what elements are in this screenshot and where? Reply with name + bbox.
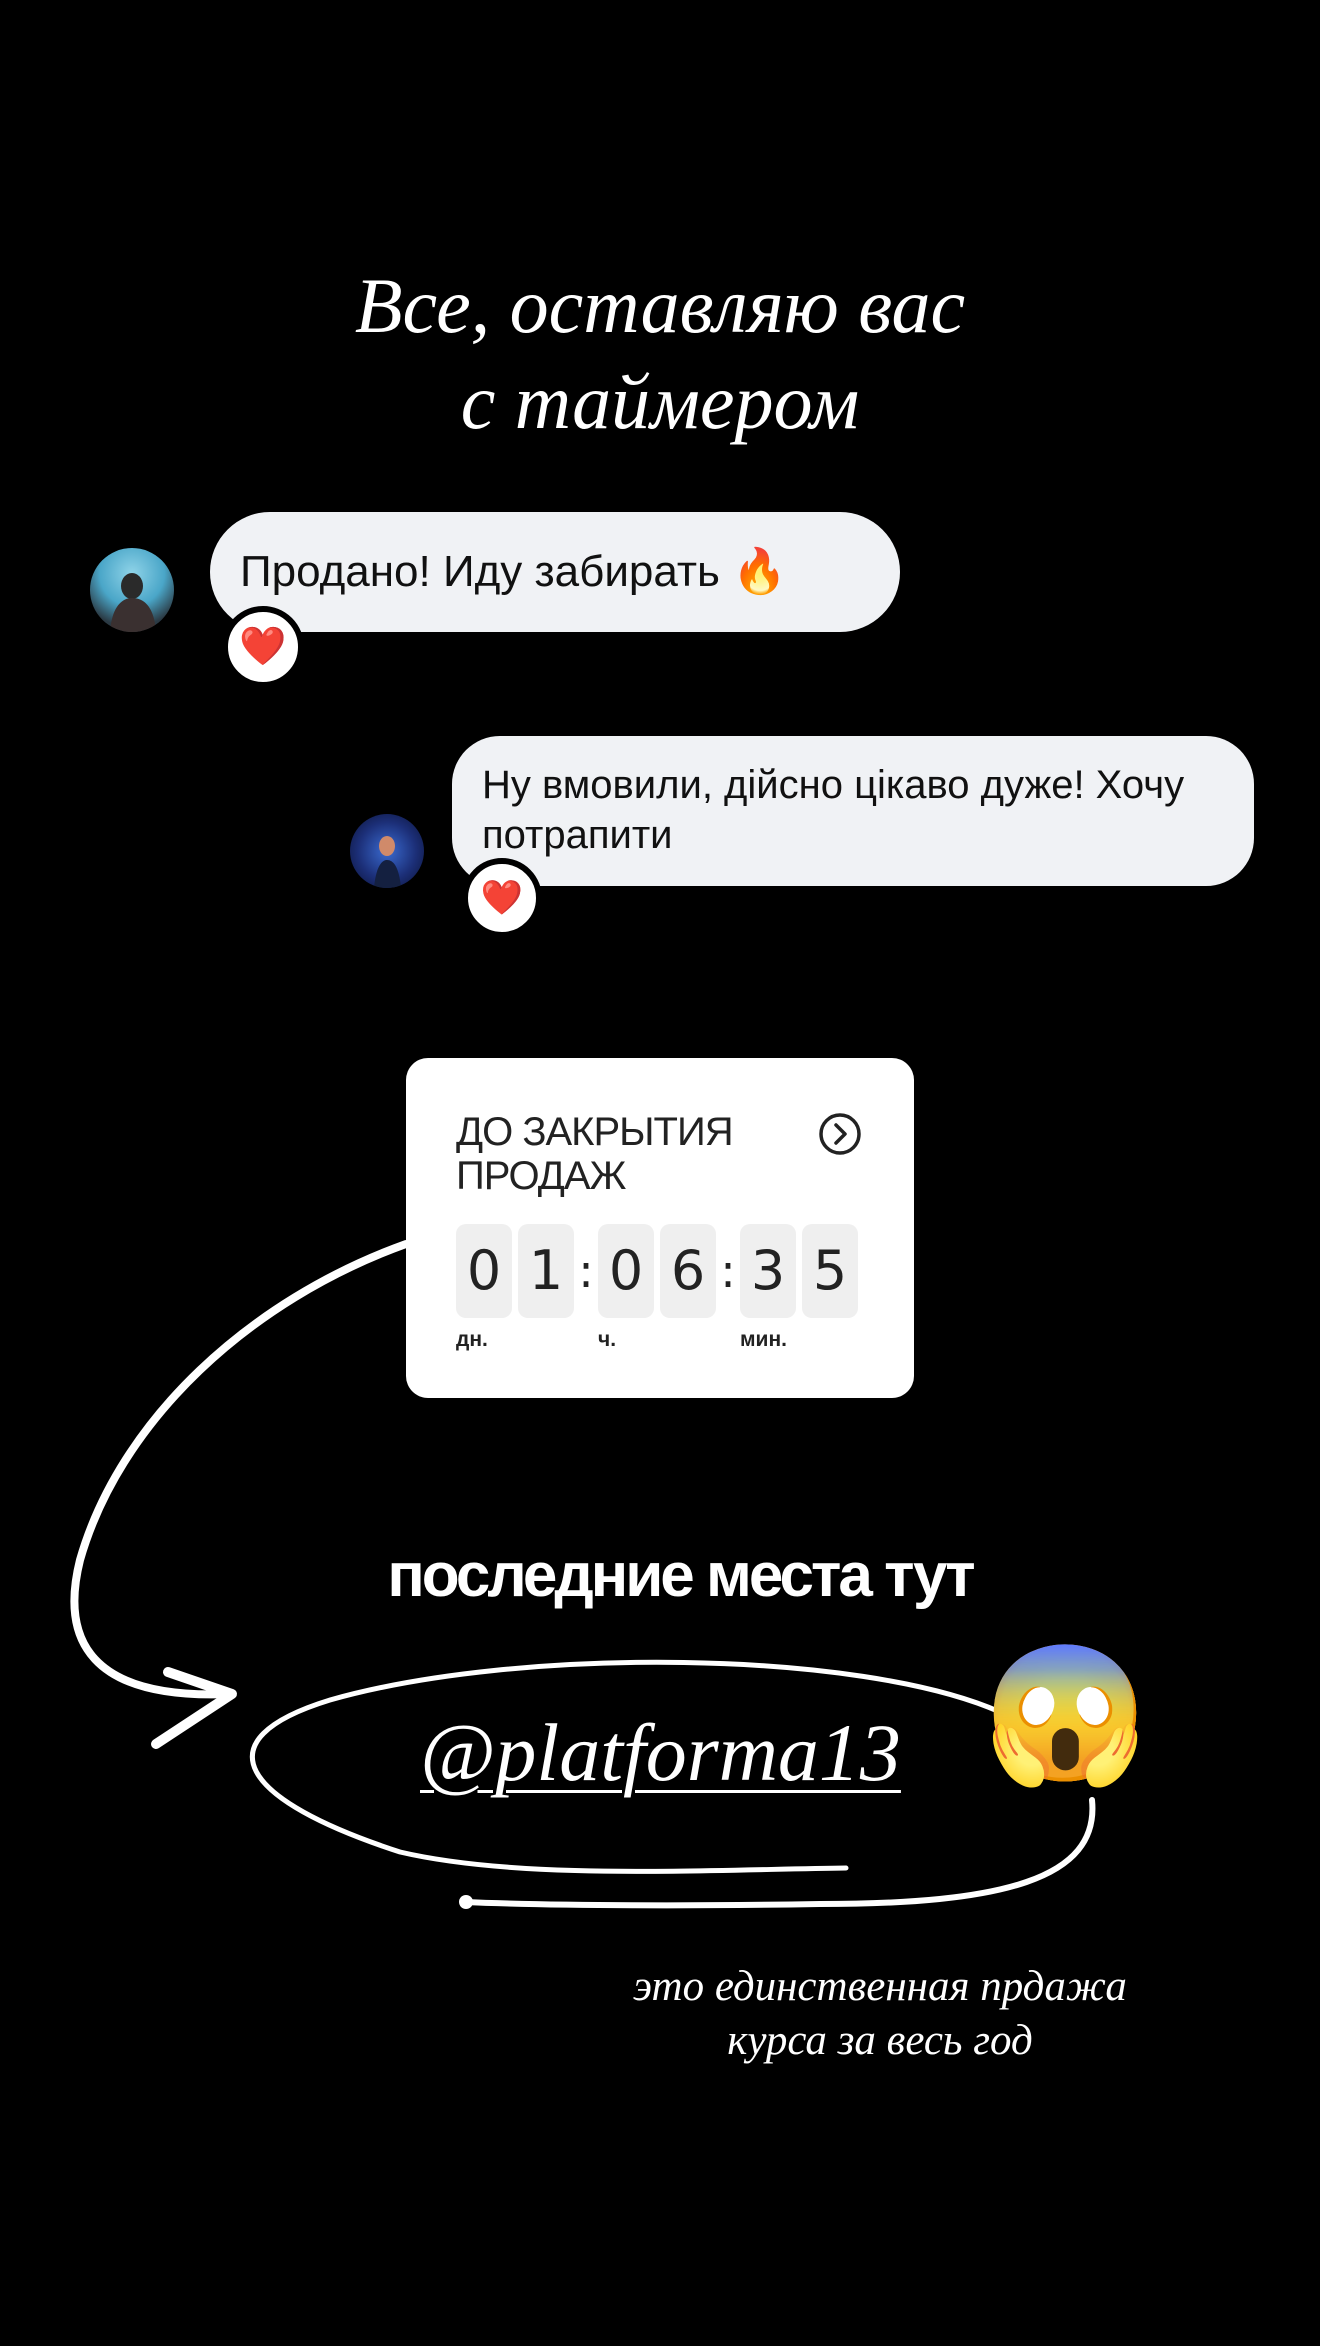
footnote-line-2: курса за весь год [727,2017,1033,2064]
footnote-line-1: это единственная прдажа [633,1963,1127,2010]
headline-text: последние места тут [387,1541,975,1610]
separator-2: : [720,1244,736,1298]
minutes-digit-2: 5 [802,1224,858,1318]
unit-days: дн. [456,1328,488,1351]
chevron-right-circle-icon[interactable] [818,1112,862,1156]
footnote-text: это единственная прдажа курса за весь го… [560,1960,1200,2068]
countdown-title-line-1: ДО ЗАКРЫТИЯ [456,1110,734,1154]
unit-hours: ч. [598,1328,617,1351]
countdown-title: ДО ЗАКРЫТИЯ ПРОДАЖ [456,1110,816,1198]
countdown-sticker[interactable]: ДО ЗАКРЫТИЯ ПРОДАЖ 0 1 : 0 6 : 3 5 дн. ч… [406,1058,914,1398]
account-mention-link[interactable]: @platforma13 [420,1706,901,1800]
curved-arrow-stroke [70,1240,410,1699]
minutes-digit-1: 3 [740,1224,796,1318]
separator-1: : [578,1244,594,1298]
arrow-head-stroke [151,1667,237,1749]
underline-swoosh-stroke [461,1797,1096,1909]
screaming-face-emoji: 😱 [982,1640,1149,1789]
days-digit-1: 0 [456,1224,512,1318]
hours-digit-2: 6 [660,1224,716,1318]
hours-digit-1: 0 [598,1224,654,1318]
days-digit-2: 1 [518,1224,574,1318]
countdown-title-line-2: ПРОДАЖ [456,1154,627,1198]
unit-minutes: мин. [740,1328,787,1351]
